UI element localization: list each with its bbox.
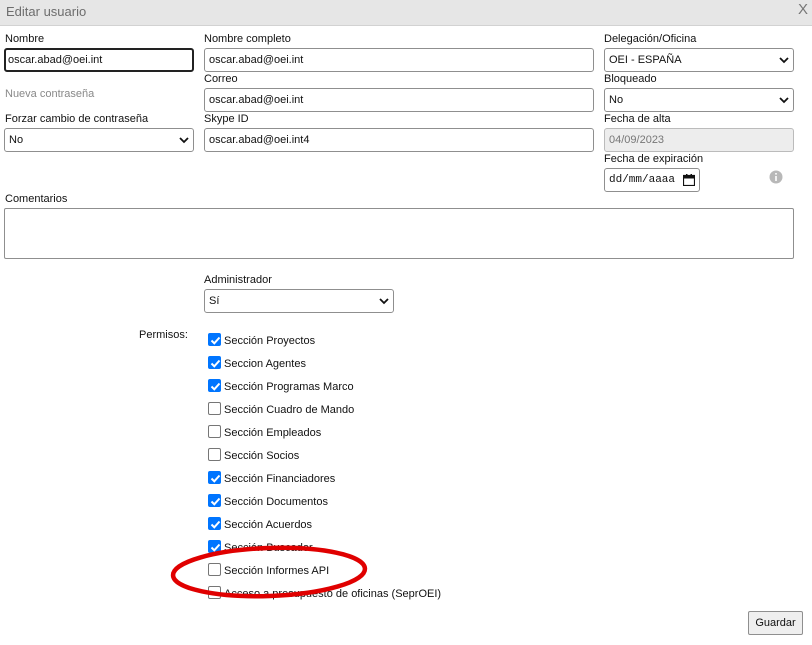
delegacion-value: OEI - ESPAÑA (609, 54, 682, 66)
checkmark-icon (210, 336, 221, 345)
administrador-select[interactable]: Sí (204, 289, 394, 313)
nombre-completo-label: Nombre completo (204, 33, 291, 45)
permiso-label: Acceso a presupuesto de oficinas (SeprOE… (224, 588, 442, 600)
permiso-label: Sección Financiadores (224, 473, 336, 485)
permisos-label: Permisos: (139, 329, 188, 341)
skype-label: Skype ID (204, 113, 249, 125)
forzar-cambio-value: No (9, 134, 24, 146)
checkbox-checked[interactable] (208, 540, 221, 553)
chevron-down-icon (779, 97, 789, 104)
close-button[interactable]: X (798, 1, 808, 18)
fecha-alta-input: 04/09/2023 (604, 128, 794, 152)
checkmark-icon (210, 543, 221, 552)
permiso-label: Sección Socios (224, 450, 300, 462)
checkmark-icon (210, 497, 221, 506)
permiso-label: Sección Acuerdos (224, 519, 313, 531)
checkmark-icon (210, 359, 221, 368)
administrador-label: Administrador (204, 274, 272, 286)
nombre-completo-input[interactable]: oscar.abad@oei.int (204, 48, 594, 72)
comentarios-label: Comentarios (5, 193, 68, 205)
info-icon[interactable] (769, 170, 783, 184)
fecha-expiracion-input[interactable]: dd/mm/aaaa (604, 168, 700, 192)
bloqueado-select[interactable]: No (604, 88, 794, 112)
checkbox-unchecked[interactable] (208, 586, 221, 599)
chevron-down-icon (379, 298, 389, 305)
dialog-title: Editar usuario (6, 4, 87, 19)
checkbox-checked[interactable] (208, 379, 221, 392)
correo-label: Correo (204, 73, 238, 85)
permiso-label: Sección Cuadro de Mando (224, 404, 355, 416)
nueva-contrasena-label[interactable]: Nueva contraseña (5, 88, 94, 100)
checkbox-checked[interactable] (208, 471, 221, 484)
checkbox-checked[interactable] (208, 356, 221, 369)
nombre-label: Nombre (5, 33, 45, 45)
checkbox-checked[interactable] (208, 494, 221, 507)
permiso-label: Sección Buscador (224, 542, 313, 554)
permiso-label: Seccion Agentes (224, 358, 306, 370)
bloqueado-value: No (609, 94, 624, 106)
checkmark-icon (210, 474, 221, 483)
checkmark-icon (210, 520, 221, 529)
permiso-label: Sección Proyectos (224, 335, 316, 347)
dialog-titlebar: Editar usuario X (0, 0, 812, 26)
permiso-label: Sección Programas Marco (224, 381, 354, 393)
forzar-cambio-label: Forzar cambio de contraseña (5, 113, 149, 125)
administrador-value: Sí (209, 295, 220, 307)
chevron-down-icon (179, 137, 189, 144)
nombre-input[interactable]: oscar.abad@oei.int (4, 48, 194, 72)
checkmark-icon (210, 382, 221, 391)
comentarios-textarea[interactable] (4, 208, 794, 259)
save-button[interactable]: Guardar (748, 611, 803, 635)
fecha-expiracion-placeholder: dd/mm/aaaa (609, 174, 676, 186)
checkbox-unchecked[interactable] (208, 402, 221, 415)
forzar-cambio-select[interactable]: No (4, 128, 194, 152)
permiso-label: Sección Informes API (224, 565, 330, 577)
chevron-down-icon (779, 57, 789, 64)
fecha-alta-label: Fecha de alta (604, 113, 671, 125)
checkbox-checked[interactable] (208, 517, 221, 530)
calendar-icon[interactable] (683, 174, 695, 186)
delegacion-select[interactable]: OEI - ESPAÑA (604, 48, 794, 72)
delegacion-label: Delegación/Oficina (604, 33, 697, 45)
fecha-expiracion-label: Fecha de expiración (604, 153, 704, 165)
checkbox-unchecked[interactable] (208, 448, 221, 461)
checkbox-checked[interactable] (208, 333, 221, 346)
checkbox-unchecked[interactable] (208, 563, 221, 576)
correo-input[interactable]: oscar.abad@oei.int (204, 88, 594, 112)
skype-input[interactable]: oscar.abad@oei.int4 (204, 128, 594, 152)
checkbox-unchecked[interactable] (208, 425, 221, 438)
permiso-label: Sección Empleados (224, 427, 322, 439)
bloqueado-label: Bloqueado (604, 73, 657, 85)
permiso-label: Sección Documentos (224, 496, 328, 508)
